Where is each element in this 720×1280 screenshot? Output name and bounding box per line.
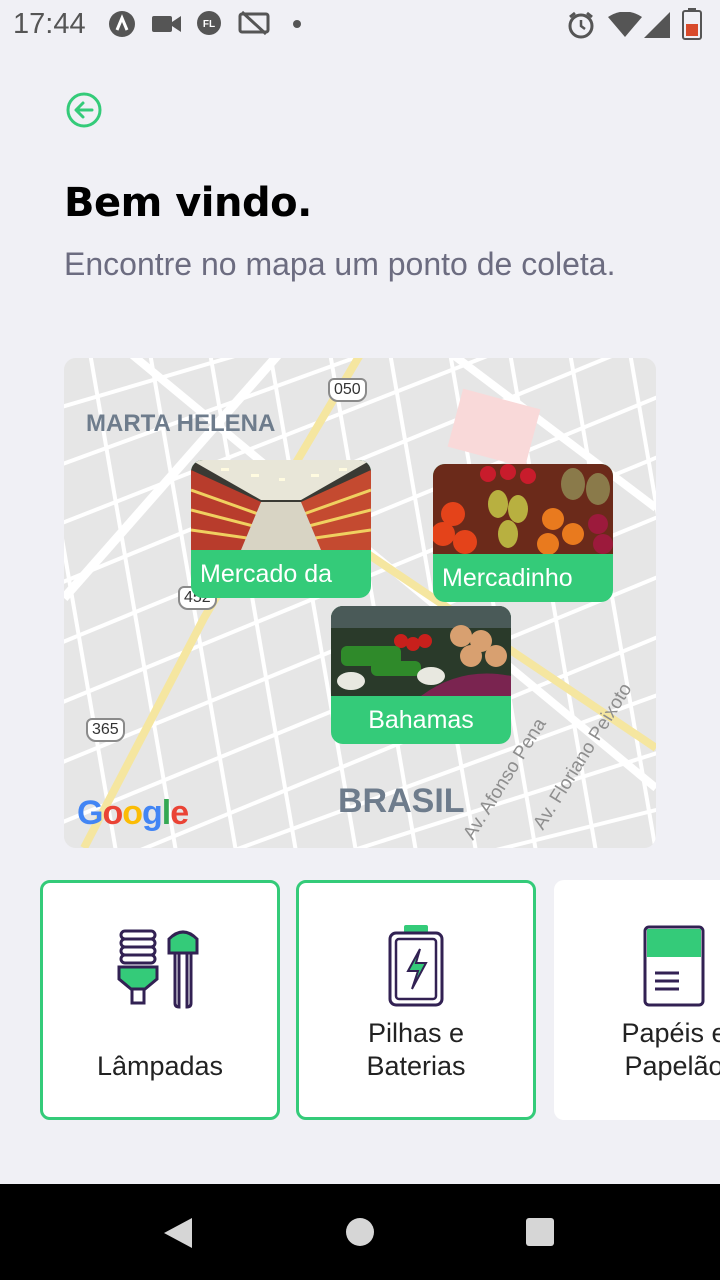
status-time: 17:44: [13, 8, 86, 40]
item-batteries[interactable]: Pilhas e Baterias: [296, 880, 536, 1120]
home-nav-icon[interactable]: [344, 1216, 376, 1248]
dot-icon: [293, 20, 301, 28]
alarm-icon: [568, 11, 594, 39]
item-label: Lâmpadas: [96, 1051, 224, 1081]
video-icon: [152, 16, 181, 32]
marker-photo: [331, 606, 511, 696]
google-logo: Google: [77, 794, 189, 832]
road-shield: 365: [86, 718, 125, 742]
marker-photo: [191, 460, 371, 550]
status-bar: 17:44 FL: [0, 0, 720, 48]
map-marker[interactable]: Mercado da: [191, 460, 371, 598]
marker-label: Mercado da: [200, 560, 333, 588]
back-arrow-icon[interactable]: [64, 90, 104, 130]
back-nav-icon[interactable]: [162, 1216, 194, 1250]
svg-text:FL: FL: [203, 19, 215, 30]
page-title: Bem vindo.: [64, 180, 312, 226]
paper-icon: [643, 925, 705, 1007]
app-a-icon: [109, 11, 135, 37]
item-lamps[interactable]: Lâmpadas: [40, 880, 280, 1120]
item-label: Pilhas e Baterias: [366, 1018, 466, 1081]
recents-nav-icon[interactable]: [524, 1216, 556, 1248]
neighborhood-label: MARTA HELENA: [86, 410, 276, 437]
signal-icon: [644, 12, 670, 38]
battery-icon: [388, 925, 444, 1007]
battery-low-icon: [682, 8, 702, 40]
city-label: BRASIL: [338, 782, 465, 820]
items-list[interactable]: Lâmpadas Pilhas e Baterias Papéis e Papelã…: [40, 880, 720, 1120]
marker-photo: [433, 464, 613, 554]
item-paper[interactable]: Papéis e Papelão: [554, 880, 720, 1120]
map-marker[interactable]: Mercadinho: [433, 464, 613, 602]
item-label: Papéis e Papelão: [621, 1018, 720, 1081]
page-subtitle: Encontre no mapa um ponto de coleta.: [64, 246, 616, 282]
system-nav-bar: [0, 1184, 720, 1280]
fl-app-icon: FL: [197, 11, 221, 35]
map-view[interactable]: MARTA HELENA BRASIL 050 452 365 Av. Afon…: [64, 358, 656, 848]
no-image-icon: [238, 10, 270, 36]
marker-label: Mercadinho: [442, 564, 573, 592]
marker-label: Bahamas: [368, 706, 474, 734]
wifi-icon: [608, 12, 642, 37]
map-marker[interactable]: Bahamas: [331, 606, 511, 744]
lamp-icon: [117, 929, 199, 1009]
road-shield: 050: [328, 378, 367, 402]
